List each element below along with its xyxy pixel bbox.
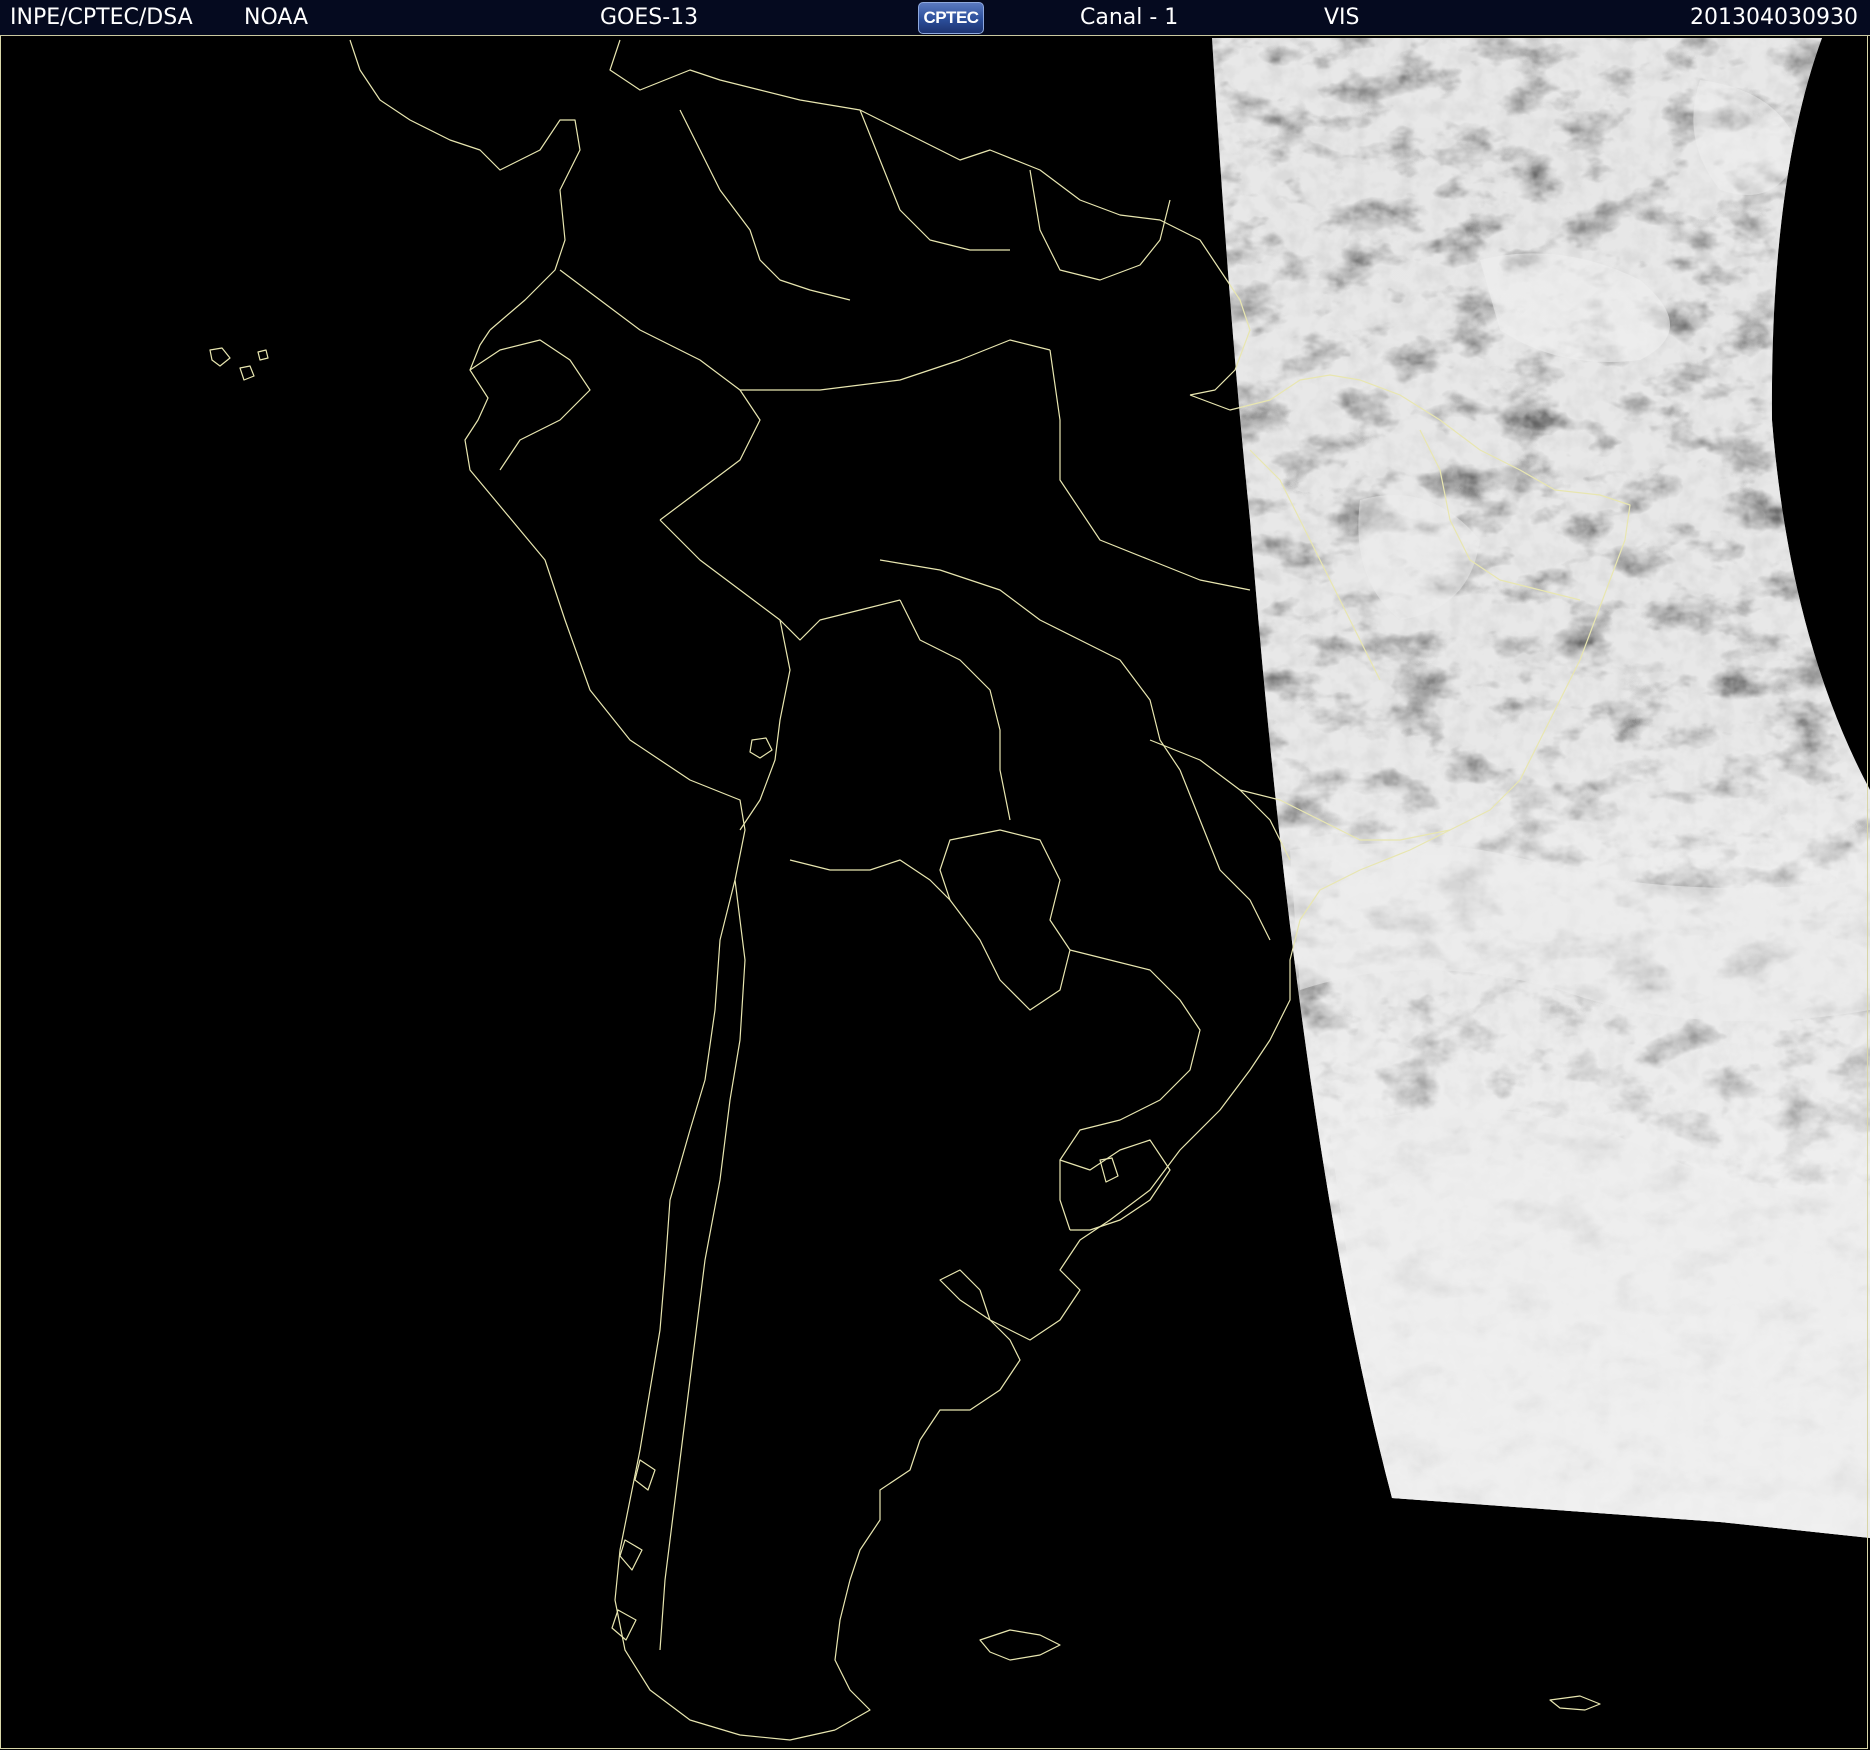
satellite-image-viewer: INPE/CPTEC/DSA NOAA GOES-13 CPTEC Canal … <box>0 0 1870 1750</box>
map-frame-border <box>0 36 1868 1749</box>
